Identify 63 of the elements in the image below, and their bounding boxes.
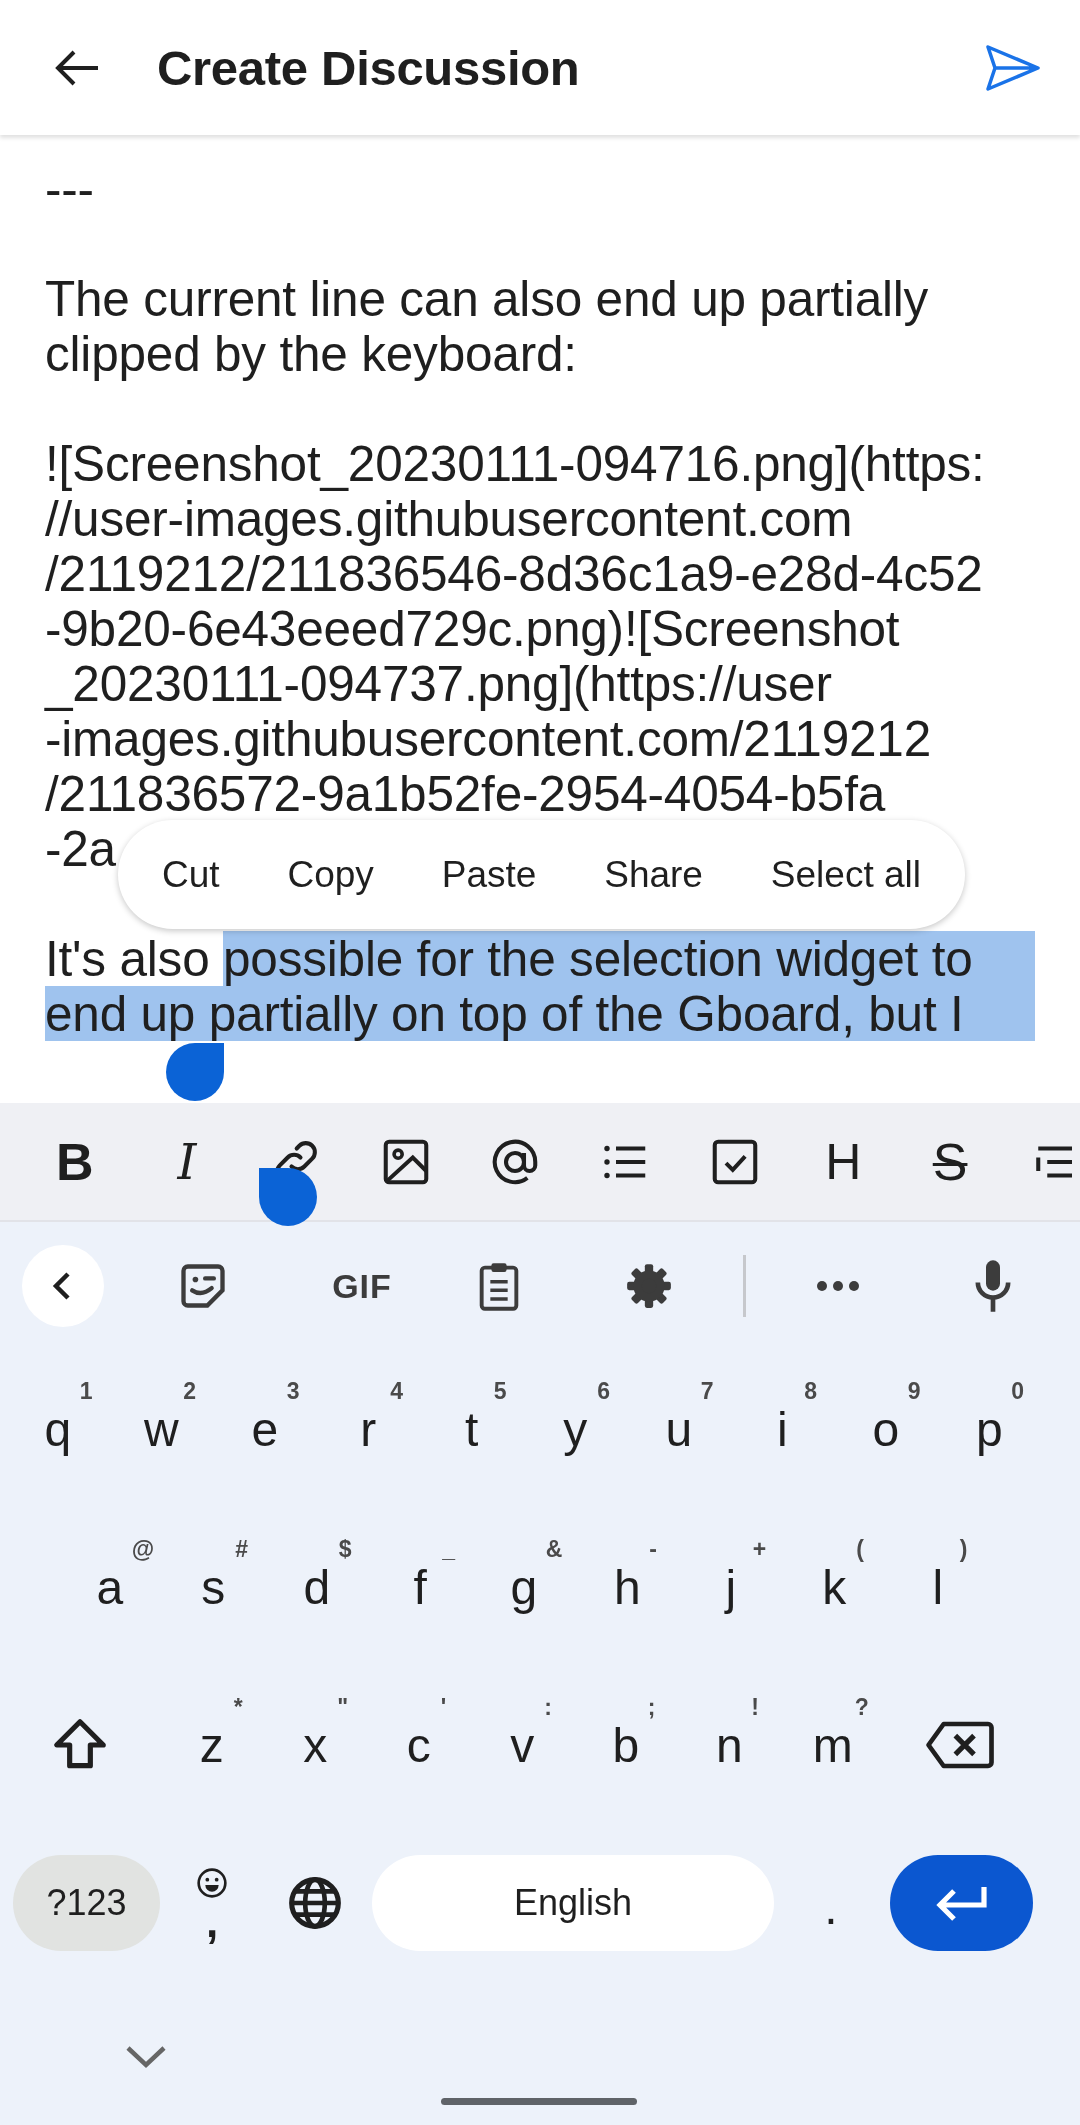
- menu-item[interactable]: Paste: [437, 843, 541, 906]
- key[interactable]: ( k: [782, 1508, 886, 1666]
- key[interactable]: + j: [679, 1508, 783, 1666]
- editor-text-line: -images.githubusercontent.com/2119212: [45, 711, 931, 766]
- period-key[interactable]: .: [774, 1855, 888, 1951]
- key[interactable]: 6 y: [523, 1350, 627, 1508]
- key[interactable]: 7 u: [627, 1350, 731, 1508]
- editor-text-line: /2119212/211836546-8d36c1a9-e28d-4c52: [45, 546, 983, 601]
- selection-handle[interactable]: [166, 1043, 224, 1101]
- key[interactable]: " x: [263, 1666, 367, 1824]
- key[interactable]: 1 q: [6, 1350, 110, 1508]
- editor-text-line: //user-images.githubusercontent.com: [45, 491, 853, 546]
- key[interactable]: 0 p: [937, 1350, 1041, 1508]
- key[interactable]: 5 t: [420, 1350, 524, 1508]
- selected-text: end up partially on top of the Gboard, but I: [45, 986, 1035, 1041]
- globe-icon: [287, 1875, 343, 1931]
- heading-button[interactable]: H: [817, 1121, 927, 1202]
- editor-text-line: ---: [45, 161, 94, 216]
- microphone-icon: [973, 1258, 1013, 1314]
- bold-button[interactable]: B: [50, 1121, 160, 1202]
- editor-text-line: clipped by the keyboard:: [45, 326, 577, 381]
- symbols-key[interactable]: ?123: [13, 1855, 160, 1951]
- smiley-icon: [196, 1867, 228, 1899]
- editor-text-line: -2a: [45, 821, 116, 876]
- chevron-down-icon[interactable]: [124, 2044, 168, 2070]
- key[interactable]: $ d: [265, 1508, 369, 1666]
- editor-text-line: -9b20-6e43eeed729c.png)![Screenshot: [45, 601, 900, 656]
- italic-button[interactable]: I: [159, 1121, 270, 1202]
- key[interactable]: : v: [470, 1666, 574, 1824]
- editor-text-line: The current line can also end up partially: [45, 271, 929, 326]
- key[interactable]: 2 w: [109, 1350, 213, 1508]
- space-bar[interactable]: English: [372, 1855, 774, 1951]
- key[interactable]: 9 o: [834, 1350, 938, 1508]
- send-button[interactable]: [984, 42, 1042, 93]
- more-icon: [816, 1280, 860, 1292]
- editor-text-line: ![Screenshot_20230111-094716.png](https:: [45, 436, 985, 491]
- key[interactable]: ) l: [886, 1508, 990, 1666]
- strikethrough-button[interactable]: S: [926, 1121, 1037, 1202]
- key[interactable]: _ f: [368, 1508, 472, 1666]
- key[interactable]: 3 e: [213, 1350, 317, 1508]
- editor-text-line: _20230111-094737.png](https://user: [45, 656, 832, 711]
- key[interactable]: * z: [160, 1666, 264, 1824]
- selected-text: possible for the selection widget to: [223, 931, 1035, 986]
- comma-key[interactable]: ,: [160, 1838, 264, 1968]
- gif-button[interactable]: GIF: [322, 1245, 402, 1327]
- key[interactable]: & g: [472, 1508, 576, 1666]
- menu-item[interactable]: Share: [600, 843, 707, 906]
- key[interactable]: - h: [575, 1508, 679, 1666]
- key[interactable]: 8 i: [730, 1350, 834, 1508]
- settings-icon: [624, 1261, 674, 1311]
- page-title: Create Discussion: [157, 39, 581, 96]
- key[interactable]: ? m: [781, 1666, 885, 1824]
- key[interactable]: 4 r: [316, 1350, 420, 1508]
- key[interactable]: ' c: [367, 1666, 471, 1824]
- menu-item[interactable]: Copy: [283, 843, 378, 906]
- editor-text: It's also: [45, 931, 211, 986]
- menu-item[interactable]: Select all: [766, 843, 925, 906]
- key[interactable]: ! n: [677, 1666, 781, 1824]
- menu-item[interactable]: Cut: [158, 843, 224, 906]
- key[interactable]: @ a: [58, 1508, 162, 1666]
- key[interactable]: # s: [161, 1508, 265, 1666]
- key[interactable]: ; b: [574, 1666, 678, 1824]
- editor-text-line: /211836572-9a1b52fe-2954-4054-b5fa: [45, 766, 886, 821]
